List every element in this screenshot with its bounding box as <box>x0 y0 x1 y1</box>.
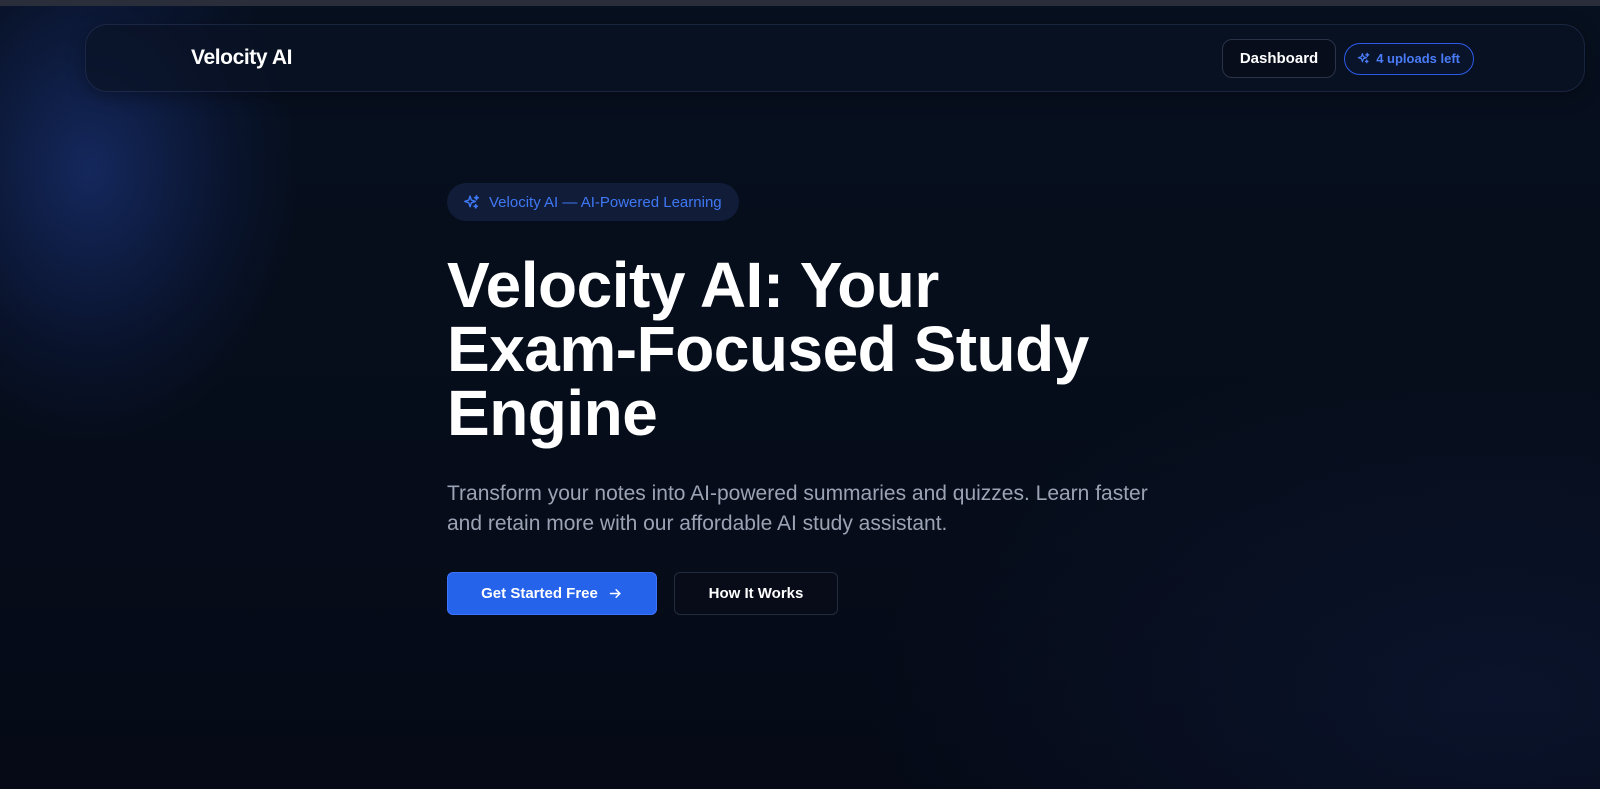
browser-top-edge <box>0 0 1600 6</box>
hero-section: Velocity AI — AI-Powered Learning Veloci… <box>447 183 1167 615</box>
hero-badge: Velocity AI — AI-Powered Learning <box>447 183 739 221</box>
how-it-works-button[interactable]: How It Works <box>674 572 838 615</box>
get-started-button[interactable]: Get Started Free <box>447 572 657 615</box>
uploads-left-label: 4 uploads left <box>1376 51 1460 66</box>
hero-subtitle: Transform your notes into AI-powered sum… <box>447 482 1148 535</box>
get-started-label: Get Started Free <box>481 585 598 602</box>
nav-actions: Dashboard 4 uploads left <box>1221 39 1474 78</box>
hero-headline: Velocity AI: Your Exam-Focused Study Eng… <box>447 253 1167 445</box>
headline-line: Velocity AI: Your <box>447 249 939 321</box>
dashboard-button[interactable]: Dashboard <box>1221 39 1337 78</box>
headline-line: Engine <box>447 377 658 449</box>
sparkles-icon <box>463 194 480 211</box>
landing-page: Velocity AI Dashboard 4 uploads left Vel… <box>0 0 1600 789</box>
arrow-right-icon <box>608 586 623 601</box>
brand-logo[interactable]: Velocity AI <box>191 46 292 70</box>
sparkles-icon <box>1357 52 1370 65</box>
uploads-left-badge[interactable]: 4 uploads left <box>1344 42 1474 75</box>
headline-line: Exam-Focused Study <box>447 313 1089 385</box>
hero-badge-label: Velocity AI — AI-Powered Learning <box>489 193 722 211</box>
cta-row: Get Started Free How It Works <box>447 572 1167 615</box>
navbar: Velocity AI Dashboard 4 uploads left <box>85 24 1585 92</box>
